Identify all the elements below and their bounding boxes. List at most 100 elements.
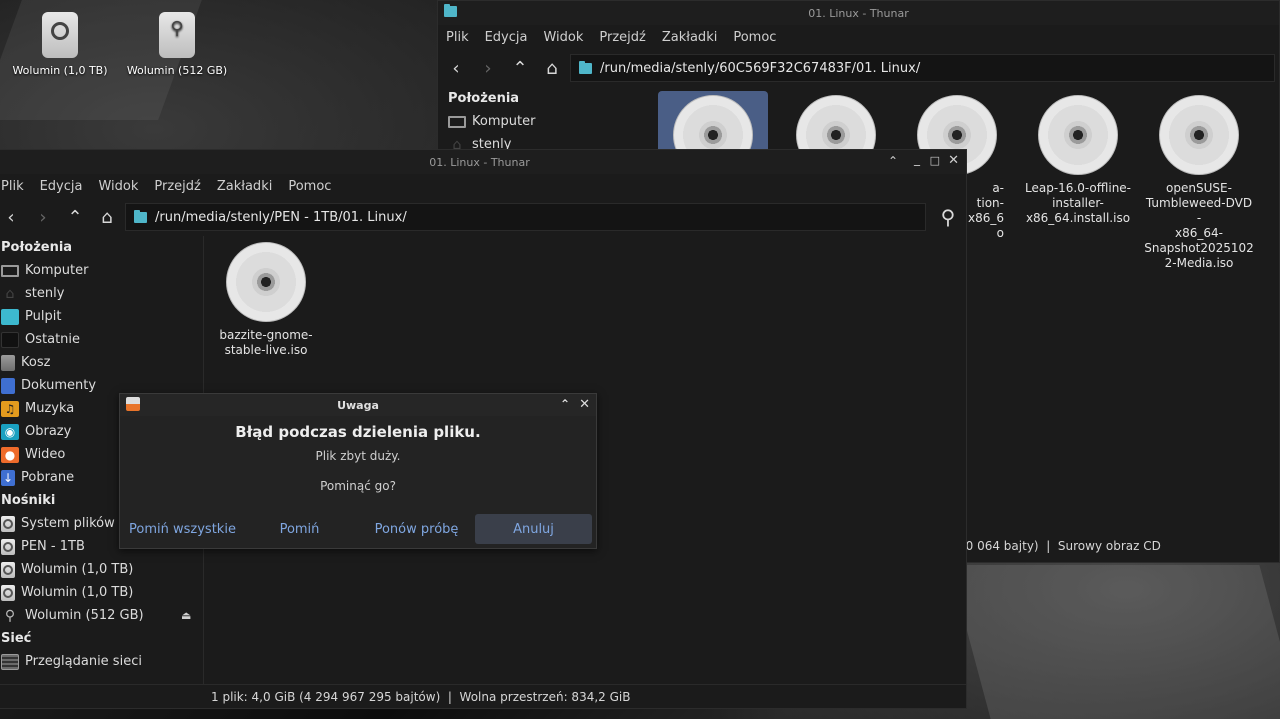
sidebar-item-volume-512gb[interactable]: ⚲ Wolumin (512 GB) ⏏ [1, 604, 201, 627]
dialog-question: Pominąć go? [320, 479, 396, 493]
minimize-icon[interactable]: _ [914, 152, 920, 166]
hard-drive-icon [1, 515, 15, 532]
back-menubar: Plik Edycja Widok Przejdź Zakładki Pomoc [438, 25, 1279, 49]
up-arrow-icon[interactable]: ⌃ [506, 54, 534, 82]
home-icon[interactable]: ⌂ [538, 54, 566, 82]
sidebar-item-label: Muzyka [25, 401, 75, 416]
sidebar-item-recent[interactable]: Ostatnie [1, 328, 201, 351]
location-path: /run/media/stenly/PEN - 1TB/01. Linux/ [155, 209, 407, 225]
sidebar-heading-network: Sieć [1, 631, 32, 646]
skip-button[interactable]: Pomiń [241, 514, 358, 544]
menu-view[interactable]: Widok [90, 179, 146, 194]
monitor-icon [1, 264, 19, 277]
skip-all-button[interactable]: Pomiń wszystkie [124, 514, 241, 544]
back-arrow-icon[interactable]: ‹ [442, 54, 470, 82]
disc-image-icon [1159, 95, 1239, 175]
folder-icon [444, 4, 457, 17]
window-title: 01. Linux - Thunar [429, 155, 530, 169]
retry-button[interactable]: Ponów próbę [358, 514, 475, 544]
close-icon[interactable]: ✕ [948, 153, 959, 168]
menu-help[interactable]: Pomoc [280, 179, 339, 194]
back-sidebar: Położenia Komputer ⌂ stenly [448, 87, 648, 156]
menu-file[interactable]: Plik [0, 179, 32, 194]
sidebar-item-volume-1tb-b[interactable]: Wolumin (1,0 TB) [1, 581, 201, 604]
dialog-buttons: Pomiń wszystkie Pomiń Ponów próbę Anuluj [124, 514, 592, 544]
back-arrow-icon[interactable]: ‹ [0, 203, 25, 231]
hard-drive-icon [1, 561, 15, 578]
menu-bookmarks[interactable]: Zakładki [654, 30, 725, 45]
home-icon[interactable]: ⌂ [93, 203, 121, 231]
sidebar-item-label: Pulpit [25, 309, 62, 324]
cancel-button[interactable]: Anuluj [475, 514, 592, 544]
sidebar-item-computer[interactable]: Komputer [1, 259, 201, 282]
network-icon [1, 653, 19, 670]
maximize-icon[interactable]: □ [930, 154, 940, 167]
music-icon: ♫ [1, 400, 19, 417]
location-path: /run/media/stenly/60C569F32C67483F/01. L… [600, 60, 921, 76]
menu-file[interactable]: Plik [438, 30, 477, 45]
file-item[interactable]: Leap-16.0-offline- installer- x86_64.ins… [1023, 95, 1133, 226]
sidebar-item-label: Obrazy [25, 424, 72, 439]
file-name: openSUSE- Tumbleweed-DVD- x86_64- Snapsh… [1144, 181, 1254, 270]
sidebar-item-label: Kosz [21, 355, 51, 370]
eject-icon[interactable]: ⏏ [181, 609, 191, 622]
file-item[interactable]: openSUSE- Tumbleweed-DVD- x86_64- Snapsh… [1144, 95, 1254, 271]
menu-go[interactable]: Przejdź [146, 179, 208, 194]
file-item[interactable]: bazzite-gnome- stable-live.iso [211, 242, 321, 358]
desktop-icon-volume-1tb[interactable]: Wolumin (1,0 TB) [5, 12, 115, 77]
back-window-titlebar[interactable]: 01. Linux - Thunar [438, 1, 1279, 25]
sidebar-item-browse-network[interactable]: Przeglądanie sieci [1, 650, 201, 673]
download-icon: ↓ [1, 469, 15, 486]
window-title: 01. Linux - Thunar [808, 6, 909, 20]
front-menubar: Plik Edycja Widok Przejdź Zakładki Pomoc [0, 174, 966, 198]
hard-drive-icon [1, 538, 15, 555]
sidebar-item-desktop[interactable]: Pulpit [1, 305, 201, 328]
forward-arrow-icon[interactable]: › [29, 203, 57, 231]
sidebar-item-computer[interactable]: Komputer [448, 110, 648, 133]
menu-go[interactable]: Przejdź [591, 30, 653, 45]
up-arrow-icon[interactable]: ⌃ [61, 203, 89, 231]
video-camera-icon: ● [1, 446, 19, 463]
front-location-bar[interactable]: /run/media/stenly/PEN - 1TB/01. Linux/ [125, 203, 926, 231]
dialog-message: Plik zbyt duży. [315, 449, 401, 463]
front-statusbar: 1 plik: 4,0 GiB (4 294 967 295 bajtów) |… [0, 684, 966, 708]
desktop-icon-volume-512gb[interactable]: ⚲ Wolumin (512 GB) [122, 12, 232, 77]
sidebar-item-label: Komputer [472, 114, 536, 129]
sidebar-item-trash[interactable]: Kosz [1, 351, 201, 374]
error-dialog[interactable]: Uwaga ⌃ ✕ Błąd podczas dzielenia pliku. … [119, 393, 597, 549]
disc-image-icon [226, 242, 306, 322]
home-folder-icon: ⌂ [5, 285, 15, 302]
sidebar-item-label: Wolumin (512 GB) [25, 608, 144, 623]
trash-icon [1, 354, 15, 371]
sidebar-item-label: Wideo [25, 447, 66, 462]
clock-icon [1, 331, 19, 348]
dialog-title: Uwaga [337, 398, 379, 412]
hard-drive-icon [1, 584, 15, 601]
chevron-up-icon[interactable]: ⌃ [560, 397, 570, 411]
sidebar-item-home[interactable]: ⌂ stenly [1, 282, 201, 305]
app-icon [126, 397, 140, 411]
menu-bookmarks[interactable]: Zakładki [209, 179, 280, 194]
sidebar-item-label: Przeglądanie sieci [25, 654, 142, 669]
usb-icon: ⚲ [4, 607, 16, 624]
dialog-titlebar[interactable]: Uwaga ⌃ ✕ [120, 394, 596, 416]
chevron-up-icon[interactable]: ⌃ [888, 154, 898, 168]
menu-view[interactable]: Widok [535, 30, 591, 45]
close-icon[interactable]: ✕ [579, 397, 590, 412]
front-toolbar: ‹ › ⌃ ⌂ /run/media/stenly/PEN - 1TB/01. … [0, 198, 966, 236]
back-location-bar[interactable]: /run/media/stenly/60C569F32C67483F/01. L… [570, 54, 1275, 82]
sidebar-item-label: PEN - 1TB [21, 539, 85, 554]
back-statusbar: 40 064 bajty) | Surowy obraz CD [958, 539, 1161, 553]
forward-arrow-icon[interactable]: › [474, 54, 502, 82]
desktop-icon-label: Wolumin (1,0 TB) [12, 64, 108, 77]
back-toolbar: ‹ › ⌃ ⌂ /run/media/stenly/60C569F32C6748… [438, 49, 1279, 87]
document-icon [1, 377, 15, 394]
sidebar-item-label: Pobrane [21, 470, 75, 485]
sidebar-item-volume-1tb-a[interactable]: Wolumin (1,0 TB) [1, 558, 201, 581]
menu-edit[interactable]: Edycja [32, 179, 91, 194]
menu-edit[interactable]: Edycja [477, 30, 536, 45]
sidebar-heading-places: Położenia [448, 91, 520, 106]
front-window-titlebar[interactable]: 01. Linux - Thunar ⌃ _ □ ✕ [0, 150, 966, 174]
search-icon[interactable]: ⚲ [934, 203, 962, 231]
menu-help[interactable]: Pomoc [725, 30, 784, 45]
